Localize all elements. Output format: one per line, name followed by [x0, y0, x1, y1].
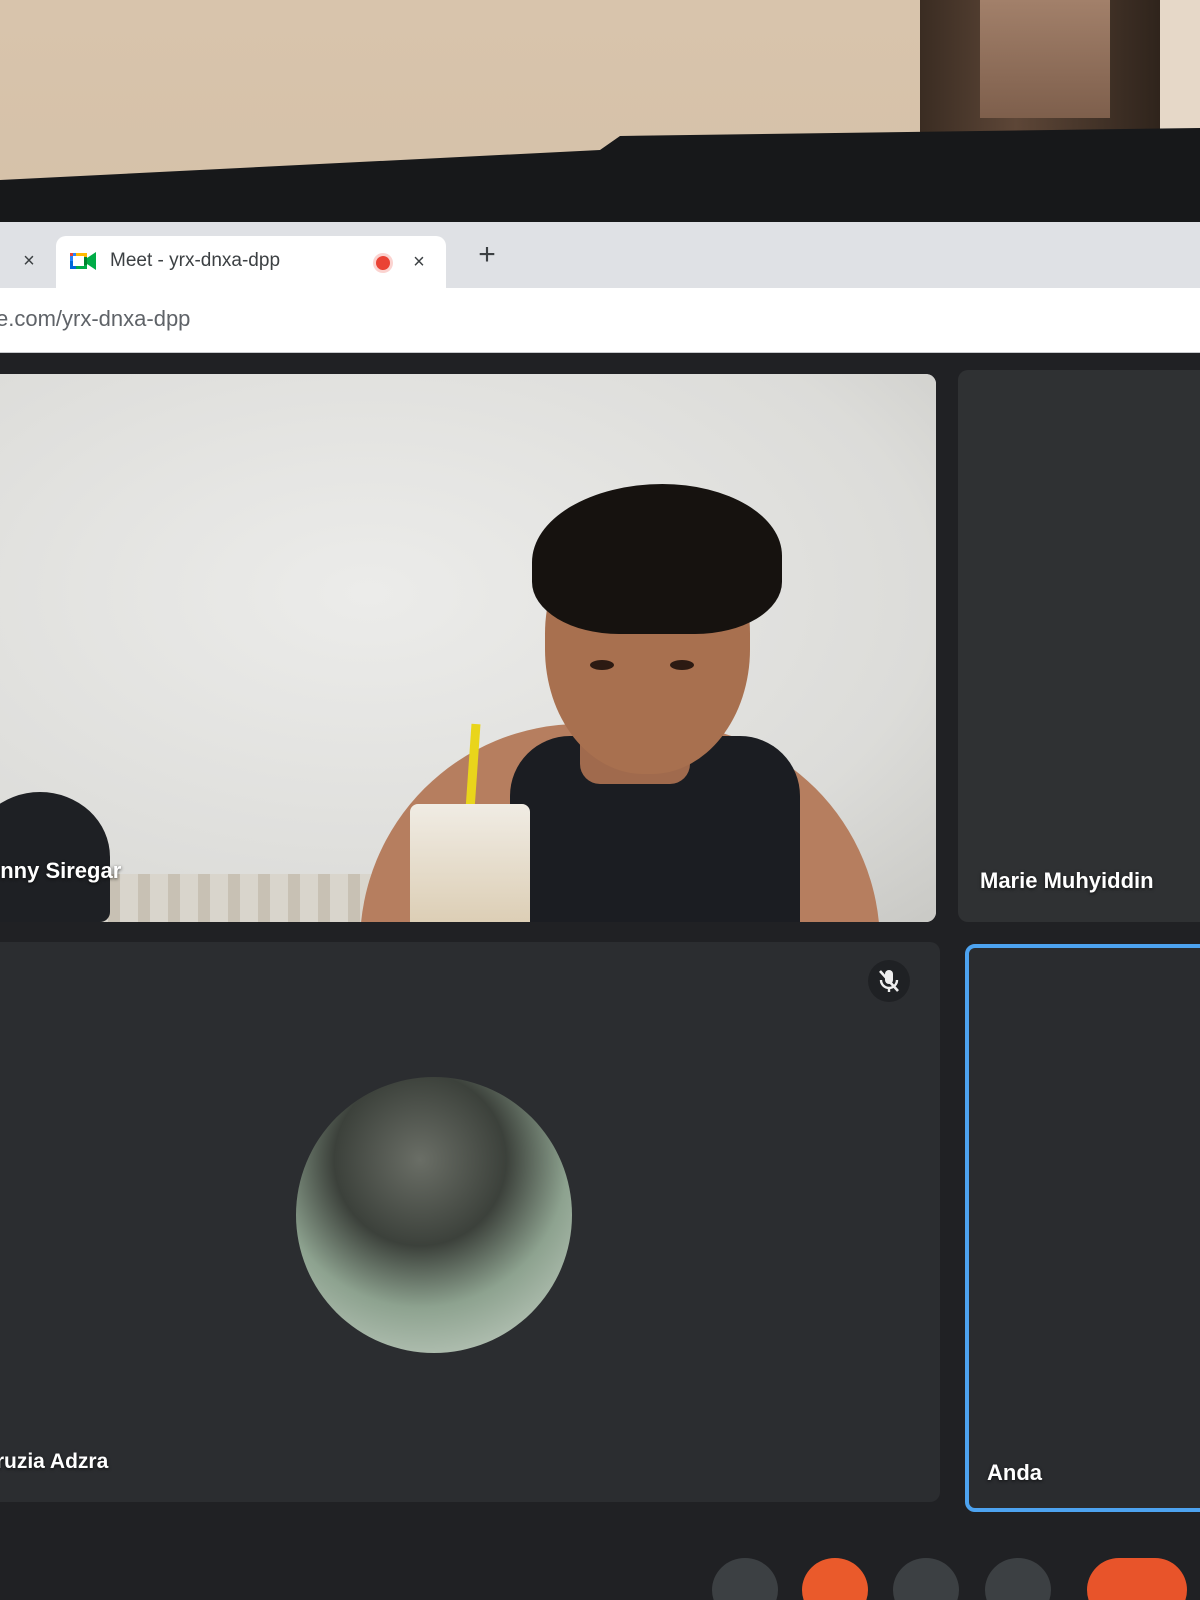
participant-name: iruzia Adzra: [0, 1450, 109, 1473]
new-tab-plus-icon[interactable]: +: [470, 240, 504, 274]
participant-name: Marie Muhyiddin: [980, 868, 1154, 893]
mic-off-icon: [868, 960, 910, 1002]
browser-tabstrip: × Meet - yrx-dnxa-dpp × +: [0, 222, 1200, 288]
url-text[interactable]: e.com/yrx-dnxa-dpp: [0, 306, 190, 332]
google-meet-icon: [70, 252, 96, 270]
tab-close-icon[interactable]: ×: [406, 248, 432, 276]
camera-icon[interactable]: [802, 1558, 868, 1600]
end-call-icon[interactable]: [1087, 1558, 1187, 1600]
tab-title: Meet - yrx-dnxa-dpp: [110, 250, 281, 271]
tab-meet[interactable]: Meet - yrx-dnxa-dpp ×: [56, 236, 446, 288]
self-tile[interactable]: Anda: [965, 944, 1200, 1512]
mic-icon[interactable]: [712, 1558, 778, 1600]
avatar: [296, 1077, 572, 1353]
participant-name: enny Siregar: [0, 858, 122, 883]
participant-tile-main[interactable]: enny Siregar: [0, 374, 936, 922]
recording-icon: [376, 256, 390, 270]
participant-name: Anda: [987, 1460, 1042, 1485]
participant-tile[interactable]: Marie Muhyiddin: [958, 370, 1200, 922]
address-bar[interactable]: e.com/yrx-dnxa-dpp: [0, 288, 1200, 353]
previous-tab-close-icon[interactable]: ×: [14, 246, 44, 276]
wall-picture-frame: [920, 0, 1160, 132]
laptop-screen: × Meet - yrx-dnxa-dpp × + e.com/yrx-dnxa…: [0, 222, 1200, 1600]
more-icon[interactable]: [985, 1558, 1051, 1600]
present-icon[interactable]: [893, 1558, 959, 1600]
participant-tile[interactable]: iruzia Adzra: [0, 942, 940, 1502]
wall: [1160, 0, 1200, 132]
